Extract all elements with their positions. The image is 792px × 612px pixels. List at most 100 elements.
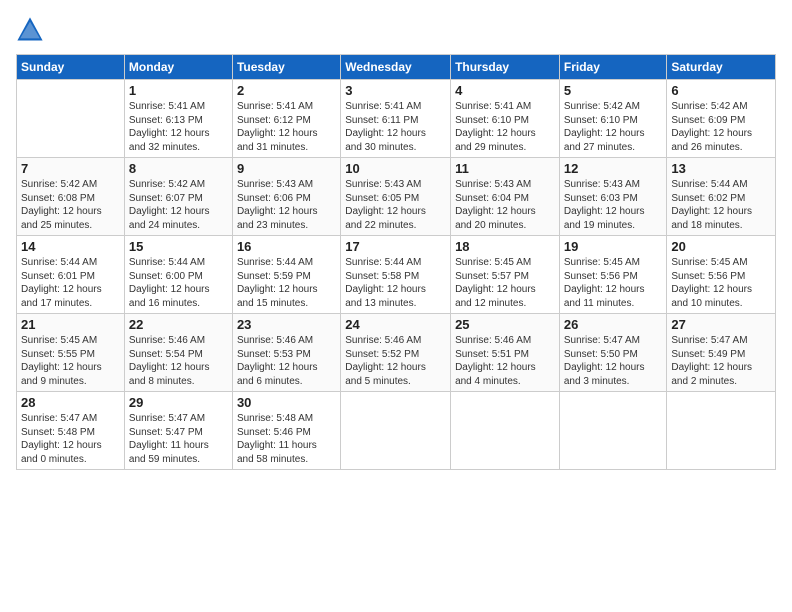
weekday-header-row: SundayMondayTuesdayWednesdayThursdayFrid… <box>17 55 776 80</box>
calendar-cell: 20Sunrise: 5:45 AMSunset: 5:56 PMDayligh… <box>667 236 776 314</box>
day-number: 16 <box>237 239 336 254</box>
day-info: Sunrise: 5:44 AMSunset: 6:00 PMDaylight:… <box>129 256 228 310</box>
calendar-cell: 3 Sunrise: 5:41 AMSunset: 6:11 PMDaylight… <box>341 80 451 158</box>
weekday-header-tuesday: Tuesday <box>232 55 340 80</box>
day-info: Sunrise: 5:47 AMSunset: 5:50 PMDaylight:… <box>564 334 663 388</box>
calendar-cell: 16 Sunrise: 5:44 AMSunset: 5:59 PMDayligh… <box>232 236 340 314</box>
day-info: Sunrise: 5:41 AMSunset: 6:11 PMDaylight:… <box>345 100 446 154</box>
day-number: 13 <box>671 161 771 176</box>
day-number: 23 <box>237 317 336 332</box>
calendar-cell: 15 Sunrise: 5:44 AMSunset: 6:00 PMDayligh… <box>124 236 232 314</box>
day-info: Sunrise: 5:47 AMSunset: 5:47 PMDaylight:… <box>129 412 228 466</box>
day-number: 8 <box>129 161 228 176</box>
calendar-cell: 1 Sunrise: 5:41 AMSunset: 6:13 PMDaylight… <box>124 80 232 158</box>
week-row-4: 21 Sunrise: 5:45 AMSunset: 5:55 PMDayligh… <box>17 314 776 392</box>
calendar-cell: 28 Sunrise: 5:47 AMSunset: 5:48 PMDayligh… <box>17 392 125 470</box>
day-info: Sunrise: 5:44 AMSunset: 6:02 PMDaylight:… <box>671 178 771 232</box>
weekday-header-sunday: Sunday <box>17 55 125 80</box>
day-info: Sunrise: 5:41 AMSunset: 6:13 PMDaylight:… <box>129 100 228 154</box>
day-number: 12 <box>564 161 663 176</box>
day-info: Sunrise: 5:42 AMSunset: 6:10 PMDaylight:… <box>564 100 663 154</box>
calendar-cell: 24 Sunrise: 5:46 AMSunset: 5:52 PMDayligh… <box>341 314 451 392</box>
day-number: 18 <box>455 239 555 254</box>
calendar-table: SundayMondayTuesdayWednesdayThursdayFrid… <box>16 54 776 470</box>
day-info: Sunrise: 5:43 AMSunset: 6:06 PMDaylight:… <box>237 178 336 232</box>
calendar-cell: 14 Sunrise: 5:44 AMSunset: 6:01 PMDayligh… <box>17 236 125 314</box>
day-number: 26 <box>564 317 663 332</box>
weekday-header-saturday: Saturday <box>667 55 776 80</box>
calendar-cell: 21 Sunrise: 5:45 AMSunset: 5:55 PMDayligh… <box>17 314 125 392</box>
calendar-cell <box>17 80 125 158</box>
weekday-header-friday: Friday <box>559 55 667 80</box>
day-info: Sunrise: 5:43 AMSunset: 6:05 PMDaylight:… <box>345 178 446 232</box>
calendar-cell: 29 Sunrise: 5:47 AMSunset: 5:47 PMDayligh… <box>124 392 232 470</box>
day-number: 25 <box>455 317 555 332</box>
day-info: Sunrise: 5:42 AMSunset: 6:09 PMDaylight:… <box>671 100 771 154</box>
calendar-cell: 30 Sunrise: 5:48 AMSunset: 5:46 PMDayligh… <box>232 392 340 470</box>
calendar-cell <box>667 392 776 470</box>
day-number: 4 <box>455 83 555 98</box>
calendar-cell: 5 Sunrise: 5:42 AMSunset: 6:10 PMDaylight… <box>559 80 667 158</box>
calendar-cell: 8Sunrise: 5:42 AMSunset: 6:07 PMDaylight… <box>124 158 232 236</box>
day-number: 3 <box>345 83 446 98</box>
page: SundayMondayTuesdayWednesdayThursdayFrid… <box>0 0 792 612</box>
day-number: 21 <box>21 317 120 332</box>
logo-icon <box>16 16 44 44</box>
calendar-cell: 17Sunrise: 5:44 AMSunset: 5:58 PMDayligh… <box>341 236 451 314</box>
day-number: 28 <box>21 395 120 410</box>
day-info: Sunrise: 5:44 AMSunset: 5:59 PMDaylight:… <box>237 256 336 310</box>
day-number: 29 <box>129 395 228 410</box>
day-info: Sunrise: 5:41 AMSunset: 6:10 PMDaylight:… <box>455 100 555 154</box>
day-info: Sunrise: 5:41 AMSunset: 6:12 PMDaylight:… <box>237 100 336 154</box>
day-number: 27 <box>671 317 771 332</box>
day-number: 5 <box>564 83 663 98</box>
day-info: Sunrise: 5:47 AMSunset: 5:49 PMDaylight:… <box>671 334 771 388</box>
day-number: 20 <box>671 239 771 254</box>
day-number: 2 <box>237 83 336 98</box>
day-info: Sunrise: 5:45 AMSunset: 5:55 PMDaylight:… <box>21 334 120 388</box>
day-info: Sunrise: 5:46 AMSunset: 5:53 PMDaylight:… <box>237 334 336 388</box>
calendar-cell: 22 Sunrise: 5:46 AMSunset: 5:54 PMDayligh… <box>124 314 232 392</box>
day-number: 30 <box>237 395 336 410</box>
calendar-cell: 23 Sunrise: 5:46 AMSunset: 5:53 PMDayligh… <box>232 314 340 392</box>
day-number: 15 <box>129 239 228 254</box>
calendar-cell: 6 Sunrise: 5:42 AMSunset: 6:09 PMDaylight… <box>667 80 776 158</box>
day-info: Sunrise: 5:44 AMSunset: 5:58 PMDaylight:… <box>345 256 446 310</box>
week-row-2: 7Sunrise: 5:42 AMSunset: 6:08 PMDaylight… <box>17 158 776 236</box>
day-number: 1 <box>129 83 228 98</box>
day-number: 14 <box>21 239 120 254</box>
day-info: Sunrise: 5:43 AMSunset: 6:03 PMDaylight:… <box>564 178 663 232</box>
day-info: Sunrise: 5:46 AMSunset: 5:52 PMDaylight:… <box>345 334 446 388</box>
day-info: Sunrise: 5:47 AMSunset: 5:48 PMDaylight:… <box>21 412 120 466</box>
calendar-cell: 2 Sunrise: 5:41 AMSunset: 6:12 PMDaylight… <box>232 80 340 158</box>
week-row-3: 14 Sunrise: 5:44 AMSunset: 6:01 PMDayligh… <box>17 236 776 314</box>
calendar-cell: 27 Sunrise: 5:47 AMSunset: 5:49 PMDayligh… <box>667 314 776 392</box>
calendar-cell <box>451 392 560 470</box>
calendar-cell: 26 Sunrise: 5:47 AMSunset: 5:50 PMDayligh… <box>559 314 667 392</box>
day-number: 7 <box>21 161 120 176</box>
day-info: Sunrise: 5:43 AMSunset: 6:04 PMDaylight:… <box>455 178 555 232</box>
weekday-header-thursday: Thursday <box>451 55 560 80</box>
calendar-cell <box>559 392 667 470</box>
logo <box>16 16 46 44</box>
day-info: Sunrise: 5:48 AMSunset: 5:46 PMDaylight:… <box>237 412 336 466</box>
day-number: 11 <box>455 161 555 176</box>
calendar-cell: 10Sunrise: 5:43 AMSunset: 6:05 PMDayligh… <box>341 158 451 236</box>
calendar-cell <box>341 392 451 470</box>
calendar-cell: 13 Sunrise: 5:44 AMSunset: 6:02 PMDayligh… <box>667 158 776 236</box>
calendar-cell: 19Sunrise: 5:45 AMSunset: 5:56 PMDayligh… <box>559 236 667 314</box>
week-row-1: 1 Sunrise: 5:41 AMSunset: 6:13 PMDaylight… <box>17 80 776 158</box>
calendar-cell: 18 Sunrise: 5:45 AMSunset: 5:57 PMDayligh… <box>451 236 560 314</box>
day-info: Sunrise: 5:46 AMSunset: 5:54 PMDaylight:… <box>129 334 228 388</box>
calendar-cell: 25 Sunrise: 5:46 AMSunset: 5:51 PMDayligh… <box>451 314 560 392</box>
header <box>16 16 776 44</box>
calendar-cell: 7Sunrise: 5:42 AMSunset: 6:08 PMDaylight… <box>17 158 125 236</box>
day-number: 24 <box>345 317 446 332</box>
day-info: Sunrise: 5:45 AMSunset: 5:57 PMDaylight:… <box>455 256 555 310</box>
day-number: 6 <box>671 83 771 98</box>
day-info: Sunrise: 5:44 AMSunset: 6:01 PMDaylight:… <box>21 256 120 310</box>
day-number: 22 <box>129 317 228 332</box>
day-number: 19 <box>564 239 663 254</box>
day-info: Sunrise: 5:46 AMSunset: 5:51 PMDaylight:… <box>455 334 555 388</box>
calendar-cell: 4 Sunrise: 5:41 AMSunset: 6:10 PMDaylight… <box>451 80 560 158</box>
